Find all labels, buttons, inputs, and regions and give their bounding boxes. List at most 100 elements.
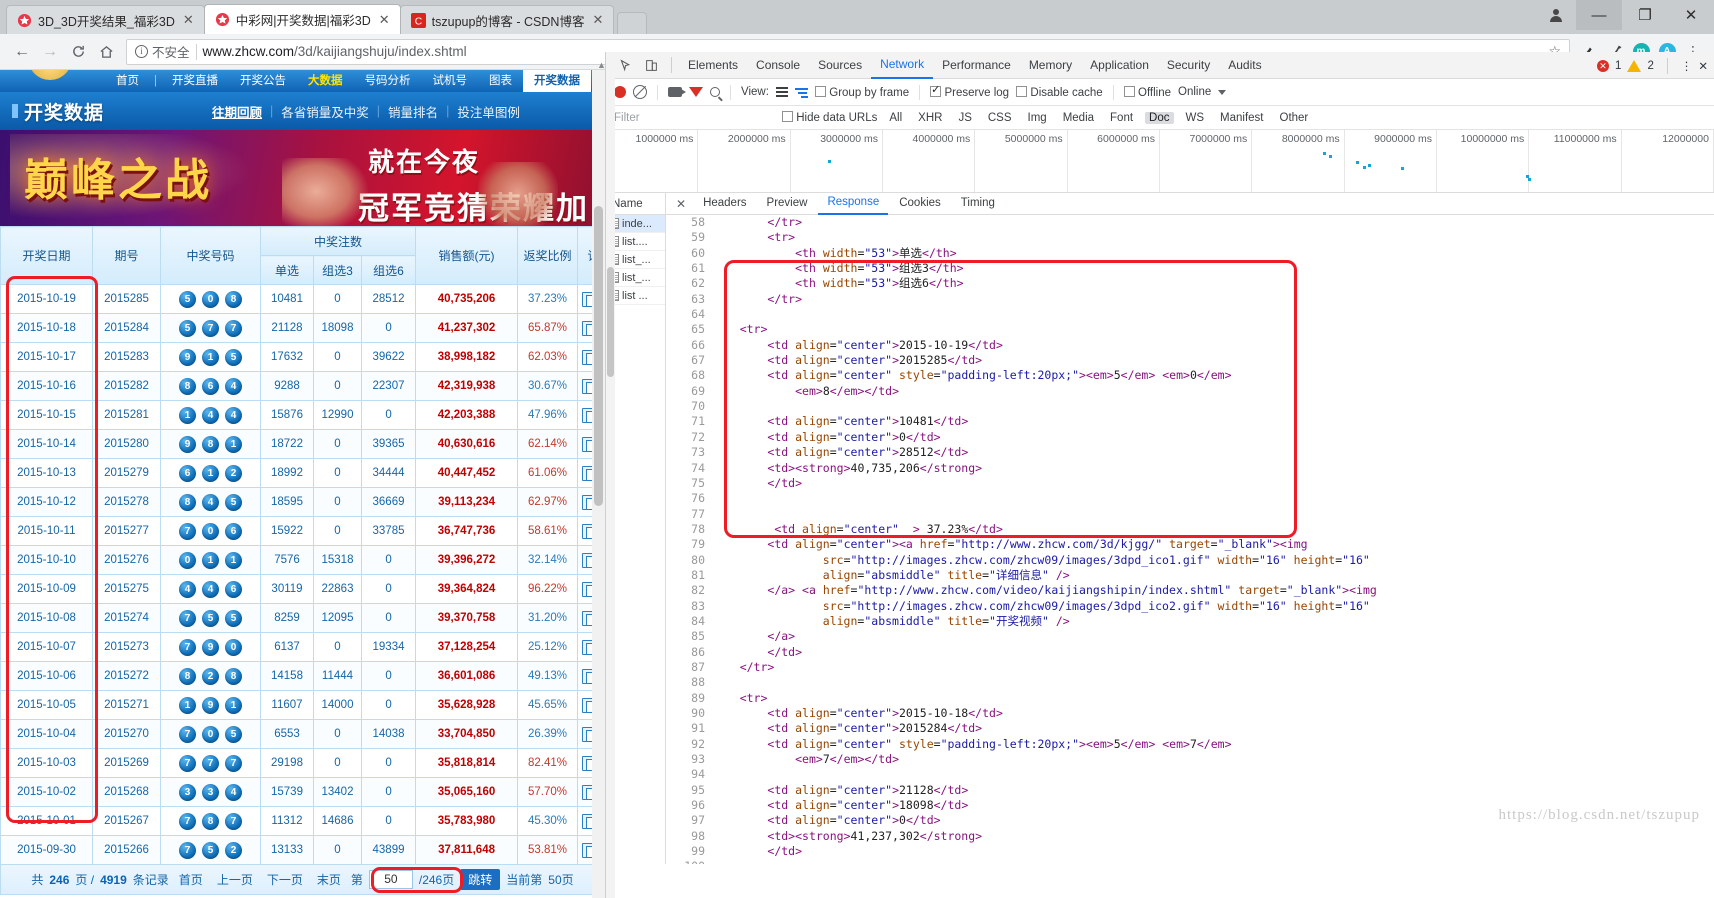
detail-close-icon[interactable]: ✕	[670, 197, 692, 211]
devtools-status-area: ✕ 1 2 ⋮ ✕	[1597, 52, 1708, 79]
tab-close-icon[interactable]: ✕	[377, 12, 392, 28]
site-nav-item-bigdata[interactable]: 大数据	[297, 70, 354, 92]
section-link-review[interactable]: 往期回顾	[204, 102, 270, 121]
site-nav-item-live[interactable]: 开奖直播	[161, 70, 229, 92]
disable-cache-checkbox[interactable]: Disable cache	[1016, 85, 1103, 99]
page-number-input[interactable]: 50	[368, 870, 413, 889]
page-scrollbar-thumb[interactable]	[594, 206, 603, 506]
new-tab-button[interactable]	[617, 12, 648, 34]
cell-sales: 38,998,182	[415, 342, 519, 372]
devtools-tab-application[interactable]: Application	[1081, 52, 1158, 78]
detail-tab-headers[interactable]: Headers	[694, 193, 755, 214]
funnel-icon[interactable]	[689, 87, 703, 97]
site-nav-item-home[interactable]: 首页	[105, 70, 150, 92]
profile-avatar-icon[interactable]	[1536, 0, 1576, 30]
site-nav-item-data[interactable]: 开奖数据	[523, 70, 591, 92]
window-close-button[interactable]: ✕	[1668, 0, 1714, 30]
record-icon[interactable]	[614, 86, 626, 98]
response-source-view[interactable]: 58 </tr> 59 <tr> 60 <th width="53">单选</th>…	[666, 215, 1714, 864]
devtools-close-icon[interactable]: ✕	[1698, 59, 1708, 73]
line-content: </td>	[767, 475, 803, 490]
filter-type-media[interactable]: Media	[1059, 112, 1098, 124]
devtools-more-icon[interactable]: ⋮	[1681, 59, 1693, 73]
site-nav-item-testnum[interactable]: 试机号	[422, 70, 479, 92]
filter-type-manifest[interactable]: Manifest	[1216, 112, 1267, 124]
table-row: 2015-09-30 2015266 7 5 2 13133 0 43899 37,811,64…	[0, 835, 605, 865]
filter-type-xhr[interactable]: XHR	[914, 112, 946, 124]
site-nav-item-analysis[interactable]: 号码分析	[354, 70, 422, 92]
browser-tab-0[interactable]: 3D_3D开奖结果_福彩3D ✕	[6, 5, 205, 34]
devtools-tab-sources[interactable]: Sources	[809, 52, 871, 78]
detail-tab-cookies[interactable]: Cookies	[890, 193, 950, 214]
pager-last-link[interactable]: 末页	[313, 871, 345, 888]
filter-type-all[interactable]: All	[885, 112, 906, 124]
detail-tab-timing[interactable]: Timing	[952, 193, 1004, 214]
tab-close-icon[interactable]: ✕	[590, 12, 605, 28]
camera-icon[interactable]	[668, 87, 686, 97]
window-minimize-button[interactable]: —	[1576, 0, 1622, 30]
preserve-log-checkbox[interactable]: Preserve log	[930, 83, 1009, 99]
cell-group3: 0	[313, 487, 362, 517]
pager-next-link[interactable]: 下一页	[263, 871, 307, 888]
detail-tab-response[interactable]: Response	[818, 192, 889, 215]
section-link-province-sales[interactable]: 各省销量及中奖	[273, 102, 377, 121]
cell-group3: 0	[313, 719, 362, 749]
network-overview-timeline[interactable]: 1000000 ms 2000000 ms 3000000 ms 4000000 ms…	[606, 130, 1714, 193]
browser-tab-1[interactable]: 中彩网|开奖数据|福彩3D ✕	[203, 4, 401, 34]
devtools-tab-console[interactable]: Console	[747, 52, 809, 78]
devtools-scrollbar[interactable]	[606, 52, 615, 898]
filter-input[interactable]: Filter	[614, 112, 774, 124]
devtools-tab-network[interactable]: Network	[871, 51, 934, 79]
warning-icon[interactable]	[1627, 59, 1642, 72]
devtools-tab-memory[interactable]: Memory	[1020, 52, 1081, 78]
filter-type-other[interactable]: Other	[1276, 112, 1313, 124]
filter-type-js[interactable]: JS	[954, 112, 975, 124]
tab-close-icon[interactable]: ✕	[181, 12, 196, 28]
page-scrollbar[interactable]	[592, 70, 605, 898]
forward-button[interactable]: →	[36, 38, 64, 66]
pager-prev-link[interactable]: 上一页	[213, 871, 257, 888]
site-nav-item-charts[interactable]: 图表	[478, 70, 523, 92]
pager-go-button[interactable]: 跳转	[460, 869, 501, 890]
filter-type-font[interactable]: Font	[1106, 112, 1137, 124]
filter-type-ws[interactable]: WS	[1182, 112, 1209, 124]
devtools-scrollbar-thumb[interactable]	[607, 267, 614, 377]
browser-tab-2[interactable]: C tszupup的博客 - CSDN博客 ✕	[399, 5, 615, 34]
section-link-sales-rank[interactable]: 销量排名	[380, 102, 446, 121]
devtools-tab-performance[interactable]: Performance	[933, 52, 1020, 78]
window-maximize-button[interactable]: ❐	[1622, 0, 1668, 30]
line-content	[712, 399, 1714, 414]
device-toolbar-icon[interactable]	[638, 52, 664, 78]
pager-first-link[interactable]: 首页	[175, 871, 207, 888]
search-icon[interactable]	[710, 87, 720, 97]
offline-checkbox[interactable]: Offline	[1123, 85, 1171, 99]
throttling-value[interactable]: Online	[1178, 86, 1211, 98]
line-content: </td>	[767, 844, 803, 859]
reload-button[interactable]	[64, 38, 92, 66]
devtools-resize-handle[interactable]: ▲	[597, 60, 606, 72]
back-button[interactable]: ←	[8, 38, 36, 66]
list-view-icon[interactable]	[775, 87, 788, 97]
filter-type-doc[interactable]: Doc	[1145, 111, 1174, 124]
home-button[interactable]	[92, 38, 120, 66]
filter-type-css[interactable]: CSS	[984, 112, 1016, 124]
filter-type-img[interactable]: Img	[1024, 112, 1051, 124]
site-security-badge[interactable]: i 不安全	[135, 42, 190, 61]
blog-watermark: https://blog.csdn.net/tszupup	[1498, 807, 1700, 823]
hide-data-urls-checkbox[interactable]: Hide data URLs	[782, 111, 877, 124]
chevron-down-icon[interactable]	[1218, 89, 1227, 95]
devtools-tab-elements[interactable]: Elements	[679, 52, 747, 78]
devtools-tab-audits[interactable]: Audits	[1219, 52, 1270, 78]
error-icon[interactable]: ✕	[1597, 59, 1610, 72]
devtools-tab-security[interactable]: Security	[1158, 52, 1219, 78]
group-by-frame-checkbox[interactable]: Group by frame	[814, 85, 909, 99]
promo-banner[interactable]: 巅峰之战 就在今夜 冠军竞猜荣耀加身	[0, 130, 605, 226]
clear-icon[interactable]	[633, 85, 647, 99]
waterfall-view-icon[interactable]	[794, 87, 808, 98]
detail-tab-preview[interactable]: Preview	[758, 193, 817, 214]
warning-count: 2	[1647, 59, 1654, 72]
site-nav-item-announce[interactable]: 开奖公告	[229, 70, 297, 92]
section-link-ticket-legend[interactable]: 投注单图例	[449, 102, 528, 121]
inspect-element-icon[interactable]	[612, 52, 638, 78]
timeline-marker	[828, 160, 831, 163]
